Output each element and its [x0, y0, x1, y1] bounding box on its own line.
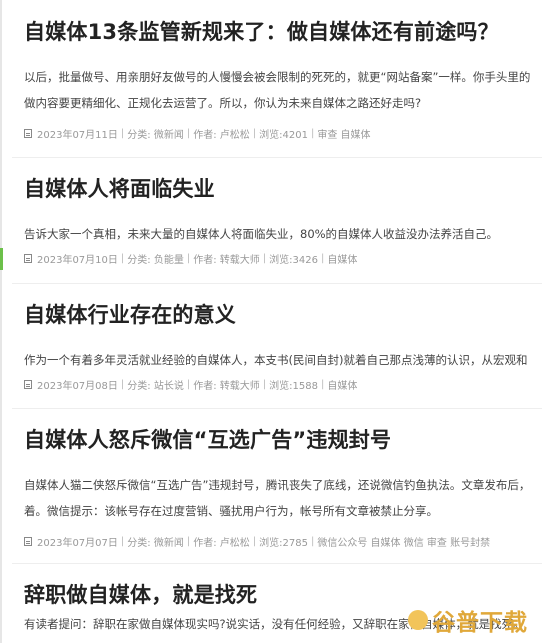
meta-separator: | [120, 128, 125, 139]
meta-separator: | [252, 128, 257, 139]
excerpt-line: 作为一个有着多年灵活就业经验的自媒体人，本支书(民间自封)就着自己那点浅薄的认识… [24, 353, 528, 367]
article-title-link[interactable]: 自媒体行业存在的意义 [24, 299, 236, 329]
document-icon [24, 254, 32, 263]
article-category-link[interactable]: 分类: 微新闻 [127, 534, 184, 549]
article-tag-link[interactable]: 自媒体 [327, 377, 357, 392]
article-tag-link[interactable]: 自媒体 [341, 126, 371, 141]
article-tag-link[interactable]: 微信 [404, 534, 424, 549]
meta-separator: | [186, 128, 191, 139]
article-views: 浏览:1588 [269, 381, 318, 392]
article-meta: 2023年07月07日 | 分类: 微新闻 | 作者: 卢松松 | 浏览:278… [24, 534, 490, 549]
article-author-link[interactable]: 作者: 转载大师 [193, 251, 260, 266]
document-icon [24, 129, 32, 138]
meta-separator: | [252, 536, 257, 547]
article-author-link[interactable]: 作者: 转载大师 [193, 377, 260, 392]
article-excerpt: 以后，批量做号、用亲朋好友做号的人慢慢会被会限制的死死的，就更“网站备案”一样。… [24, 64, 542, 116]
article-excerpt: 告诉大家一个真相，未来大量的自媒体人将面临失业，80%的自媒体人收益没办法养活自… [24, 221, 542, 247]
meta-separator: | [186, 253, 191, 264]
article-views: 浏览:2785 [259, 538, 308, 549]
excerpt-line: 以后，批量做号、用亲朋好友做号的人慢慢会被会限制的死死的，就更“网站备案”一样。… [24, 70, 531, 84]
meta-separator: | [310, 536, 315, 547]
article-tag-link[interactable]: 审查 [317, 126, 337, 141]
article-item: 自媒体行业存在的意义 作为一个有着多年灵活就业经验的自媒体人，本支书(民间自封)… [0, 283, 542, 408]
site-watermark: 谷普下载 [408, 603, 528, 637]
article-meta: 2023年07月10日 | 分类: 负能量 | 作者: 转载大师 | 浏览:34… [24, 251, 357, 266]
article-meta: 2023年07月11日 | 分类: 微新闻 | 作者: 卢松松 | 浏览:420… [24, 126, 371, 141]
meta-separator: | [320, 253, 325, 264]
article-tag-link[interactable]: 自媒体 [371, 534, 401, 549]
article-date: 2023年07月11日 [37, 130, 118, 141]
article-date: 2023年07月08日 [37, 381, 118, 392]
meta-separator: | [262, 379, 267, 390]
article-title-link[interactable]: 自媒体人怒斥微信“互选广告”违规封号 [24, 424, 391, 454]
article-category-link[interactable]: 分类: 负能量 [127, 251, 184, 266]
article-tag-link[interactable]: 微信公众号 [317, 534, 367, 549]
article-views: 浏览:4201 [259, 130, 308, 141]
meta-separator: | [310, 128, 315, 139]
article-title-link[interactable]: 自媒体13条监管新规来了：做自媒体还有前途吗？ [24, 16, 499, 46]
meta-separator: | [262, 253, 267, 264]
article-date: 2023年07月07日 [37, 538, 118, 549]
meta-separator: | [186, 536, 191, 547]
article-category-link[interactable]: 分类: 微新闻 [127, 126, 184, 141]
meta-separator: | [120, 379, 125, 390]
meta-separator: | [186, 379, 191, 390]
excerpt-line: 着。微信提示：该帐号存在过度营销、骚扰用户行为，帐号所有文章被禁止分享。 [24, 504, 438, 518]
article-author-link[interactable]: 作者: 卢松松 [193, 534, 250, 549]
document-icon [24, 380, 32, 389]
meta-separator: | [320, 379, 325, 390]
excerpt-line: 告诉大家一个真相，未来大量的自媒体人将面临失业，80%的自媒体人收益没办法养活自… [24, 227, 499, 241]
article-date: 2023年07月10日 [37, 255, 118, 266]
article-meta: 2023年07月08日 | 分类: 站长说 | 作者: 转载大师 | 浏览:15… [24, 377, 357, 392]
article-title-link[interactable]: 辞职做自媒体，就是找死 [24, 579, 257, 609]
document-icon [24, 537, 32, 546]
article-item: 自媒体13条监管新规来了：做自媒体还有前途吗？ 以后，批量做号、用亲朋好友做号的… [0, 0, 542, 141]
article-tag-link[interactable]: 自媒体 [327, 251, 357, 266]
watermark-logo-icon [408, 610, 428, 630]
watermark-text: 谷普下载 [432, 610, 528, 636]
article-item: 自媒体人怒斥微信“互选广告”违规封号 自媒体人猫二侠怒斥微信“互选广告”违规封号… [0, 408, 542, 549]
article-views: 浏览:3426 [269, 255, 318, 266]
article-tag-link[interactable]: 审查 [427, 534, 447, 549]
meta-separator: | [120, 253, 125, 264]
meta-separator: | [120, 536, 125, 547]
article-title-link[interactable]: 自媒体人将面临失业 [24, 173, 215, 203]
article-category-link[interactable]: 分类: 站长说 [127, 377, 184, 392]
article-excerpt: 作为一个有着多年灵活就业经验的自媒体人，本支书(民间自封)就着自己那点浅薄的认识… [24, 347, 542, 373]
excerpt-line: 自媒体人猫二侠怒斥微信“互选广告”违规封号，腾讯丧失了底线，还说微信钓鱼执法。文… [24, 478, 531, 492]
article-item: 自媒体人将面临失业 告诉大家一个真相，未来大量的自媒体人将面临失业，80%的自媒… [0, 157, 542, 282]
article-tag-link[interactable]: 账号封禁 [450, 534, 490, 549]
excerpt-line: 做内容要更精细化、正规化去运营了。所以，你认为未来自媒体之路还好走吗? [24, 96, 422, 110]
article-excerpt: 自媒体人猫二侠怒斥微信“互选广告”违规封号，腾讯丧失了底线，还说微信钓鱼执法。文… [24, 472, 542, 524]
article-author-link[interactable]: 作者: 卢松松 [193, 126, 250, 141]
